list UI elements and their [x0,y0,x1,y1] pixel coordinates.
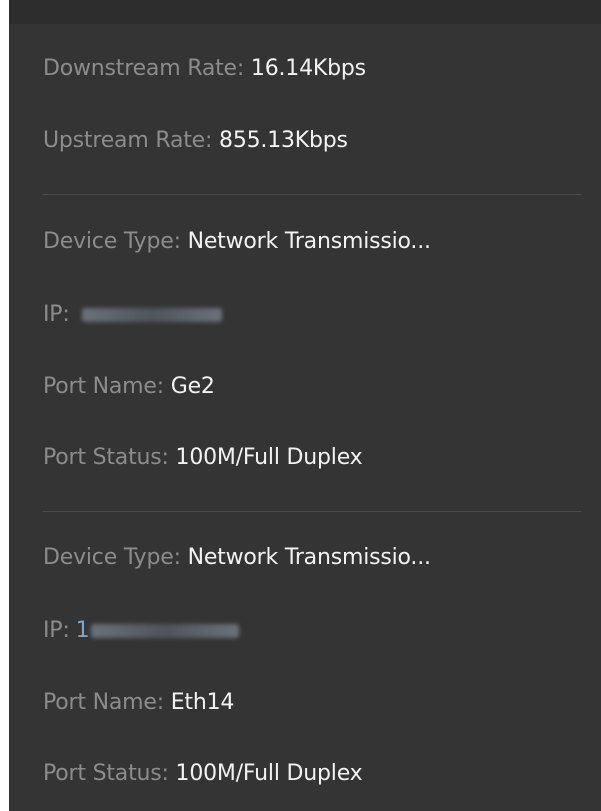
section-divider [43,194,581,195]
downstream-rate-value: 16.14Kbps [250,56,366,81]
port-name-label: Port Name: [43,374,164,399]
port-status-value: 100M/Full Duplex [175,445,363,470]
device-type-label: Device Type: [43,229,181,254]
port-status-row: Port Status: 100M/Full Duplex [43,757,363,791]
network-info-panel: Downstream Rate: 16.14Kbps Upstream Rate… [9,0,601,811]
device-type-value: Network Transmissio... [187,229,431,254]
port-status-label: Port Status: [43,445,169,470]
ip-visible-prefix: 1 [75,618,90,643]
port-status-value: 100M/Full Duplex [175,761,363,786]
ip-row: IP: 1 [43,614,240,648]
upstream-rate-label: Upstream Rate: [43,128,213,153]
downstream-rate-row: Downstream Rate: 16.14Kbps [43,52,366,86]
port-name-row: Port Name: Eth14 [43,686,234,720]
device-type-row: Device Type: Network Transmissio... [43,541,431,575]
ip-label: IP: [43,618,70,643]
downstream-rate-label: Downstream Rate: [43,56,245,81]
ip-value-blurred [91,624,240,638]
ip-row: IP: [43,298,223,332]
port-status-label: Port Status: [43,761,169,786]
ip-value-blurred [82,308,223,322]
panel-top-strip [9,0,601,24]
port-name-value: Ge2 [170,374,215,399]
section-divider [43,511,581,512]
port-status-row: Port Status: 100M/Full Duplex [43,441,363,475]
ip-label: IP: [43,302,70,327]
port-name-row: Port Name: Ge2 [43,370,215,404]
port-name-value: Eth14 [170,690,235,715]
device-type-label: Device Type: [43,545,181,570]
upstream-rate-value: 855.13Kbps [219,128,348,153]
device-type-row: Device Type: Network Transmissio... [43,225,431,259]
upstream-rate-row: Upstream Rate: 855.13Kbps [43,124,348,158]
device-type-value: Network Transmissio... [187,545,431,570]
port-name-label: Port Name: [43,690,164,715]
